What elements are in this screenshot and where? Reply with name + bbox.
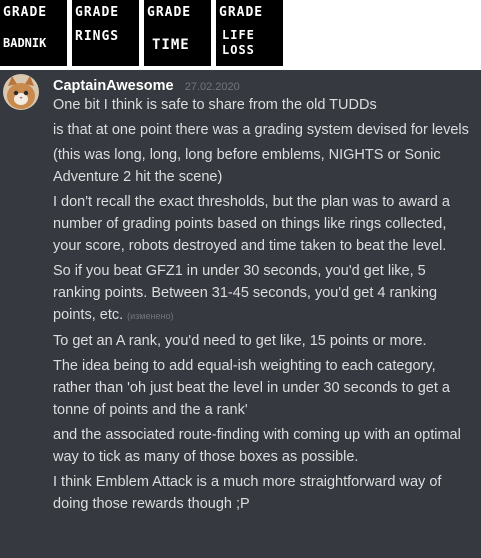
chat-message: CaptainAwesome 27.02.2020 One bit I thin… bbox=[0, 70, 481, 558]
message-line: The idea being to add equal-ish weightin… bbox=[53, 358, 450, 418]
message-body: One bit I think is safe to share from th… bbox=[53, 94, 473, 518]
message-line: So if you beat GFZ1 in under 30 seconds,… bbox=[53, 260, 473, 327]
grade-badnik-top: GRADE bbox=[3, 6, 48, 20]
message-line: I don't recall the exact thresholds, but… bbox=[53, 194, 450, 254]
grade-time-tile: GRADE TIME bbox=[144, 0, 211, 66]
message-line: To get an A rank, you'd need to get like… bbox=[53, 333, 427, 349]
edited-label: (изменено) bbox=[127, 311, 174, 321]
message-line: and the associated route-finding with co… bbox=[53, 427, 461, 465]
message-line: is that at one point there was a grading… bbox=[53, 122, 469, 138]
grade-badnik-bottom: BADNIK bbox=[3, 36, 47, 50]
grade-banner-image: GRADE BADNIK GRADE RINGS GRADE TIME GRAD… bbox=[0, 0, 481, 70]
timestamp: 27.02.2020 bbox=[184, 81, 240, 93]
message-header: CaptainAwesome 27.02.2020 bbox=[53, 75, 240, 95]
cat-avatar-icon bbox=[3, 74, 39, 110]
grade-time-bottom: TIME bbox=[152, 38, 190, 52]
username[interactable]: CaptainAwesome bbox=[53, 78, 174, 94]
grade-lifeloss-top: GRADE bbox=[219, 6, 264, 20]
grade-rings-tile: GRADE RINGS bbox=[72, 0, 139, 66]
grade-badnik-tile: GRADE BADNIK bbox=[0, 0, 67, 66]
avatar[interactable] bbox=[3, 74, 39, 110]
grade-lifeloss-tile: GRADE LIFE LOSS bbox=[216, 0, 283, 66]
grade-time-top: GRADE bbox=[147, 6, 192, 20]
message-line: One bit I think is safe to share from th… bbox=[53, 97, 377, 113]
message-line: I think Emblem Attack is a much more str… bbox=[53, 474, 442, 512]
grade-rings-bottom: RINGS bbox=[75, 30, 120, 44]
grade-lifeloss-bottom: LIFE LOSS bbox=[222, 28, 255, 57]
message-line-text: So if you beat GFZ1 in under 30 seconds,… bbox=[53, 263, 438, 323]
message-line: (this was long, long, long before emblem… bbox=[53, 147, 441, 185]
grade-rings-top: GRADE bbox=[75, 6, 120, 20]
